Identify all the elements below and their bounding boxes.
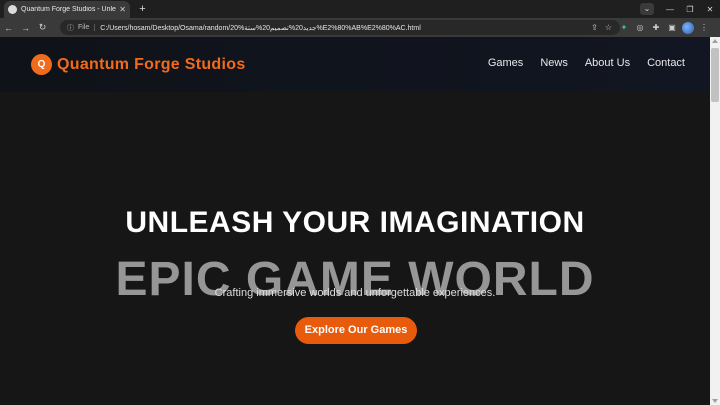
browser-tab[interactable]: Quantum Forge Studios - Unleash ✕ — [4, 1, 130, 18]
extension-toolbar: ✦ ◎ ✚ ▣ ⋮ — [618, 20, 710, 35]
puzzle-icon[interactable]: ✚ — [650, 23, 662, 32]
site-header: Q Quantum Forge Studios Games News About… — [0, 37, 710, 92]
minimize-icon[interactable]: — — [660, 5, 680, 14]
tab-search-icon[interactable]: ⌄ — [640, 3, 654, 15]
brand-logo[interactable]: Q Quantum Forge Studios — [31, 54, 246, 75]
globe-icon — [8, 5, 17, 14]
back-icon[interactable]: ← — [0, 23, 17, 33]
maximize-icon[interactable]: ❐ — [680, 5, 700, 14]
address-url[interactable]: C:/Users/hosam/Desktop/Osama/random/20%ج… — [100, 24, 420, 32]
share-icon[interactable]: ⇪ — [591, 23, 598, 32]
nav-link-news[interactable]: News — [540, 57, 568, 69]
explore-games-button[interactable]: Explore Our Games — [295, 317, 417, 344]
address-bar[interactable]: ⓘ File C:/Users/hosam/Desktop/Osama/rand… — [60, 20, 620, 35]
logo-icon: Q — [31, 54, 52, 75]
info-icon[interactable]: ⓘ — [67, 23, 74, 33]
window-close-icon[interactable]: ✕ — [700, 5, 720, 14]
address-scheme: File — [78, 24, 96, 31]
close-icon[interactable]: ✕ — [119, 5, 126, 14]
forward-icon[interactable]: → — [17, 23, 34, 33]
main-nav: Games News About Us Contact — [488, 57, 685, 69]
bookmark-star-icon[interactable]: ☆ — [605, 23, 612, 32]
scrollbar-thumb[interactable] — [711, 48, 719, 102]
menu-dots-icon[interactable]: ⋮ — [698, 23, 710, 32]
hero-section: EPIC GAME WORLD UNLEASH YOUR IMAGINATION… — [0, 92, 710, 405]
reload-icon[interactable]: ↻ — [34, 22, 51, 33]
compass-icon[interactable]: ◎ — [634, 23, 646, 32]
hero-subtitle: Crafting immersive worlds and unforgetta… — [214, 287, 496, 299]
nav-link-about-us[interactable]: About Us — [585, 57, 630, 69]
nav-link-contact[interactable]: Contact — [647, 57, 685, 69]
browser-toolbar: ← → ↻ ⓘ File C:/Users/hosam/Desktop/Osam… — [0, 18, 720, 37]
new-tab-button[interactable]: + — [136, 3, 149, 16]
browser-tab-title: Quantum Forge Studios - Unleash — [21, 6, 116, 13]
window-controls: ⌄ — ❐ ✕ — [640, 0, 720, 18]
page-viewport: Q Quantum Forge Studios Games News About… — [0, 37, 710, 405]
extension-icon[interactable]: ✦ — [618, 23, 630, 32]
sidebar-icon[interactable]: ▣ — [666, 23, 678, 32]
nav-link-games[interactable]: Games — [488, 57, 523, 69]
scroll-up-arrow-icon[interactable] — [712, 39, 718, 43]
brand-name: Quantum Forge Studios — [57, 55, 246, 73]
scroll-down-arrow-icon[interactable] — [712, 399, 718, 403]
hero-title: UNLEASH YOUR IMAGINATION — [125, 206, 585, 239]
profile-avatar[interactable] — [682, 21, 694, 34]
browser-tab-strip: Quantum Forge Studios - Unleash ✕ + ⌄ — … — [0, 0, 720, 18]
page-scrollbar[interactable] — [710, 37, 720, 405]
